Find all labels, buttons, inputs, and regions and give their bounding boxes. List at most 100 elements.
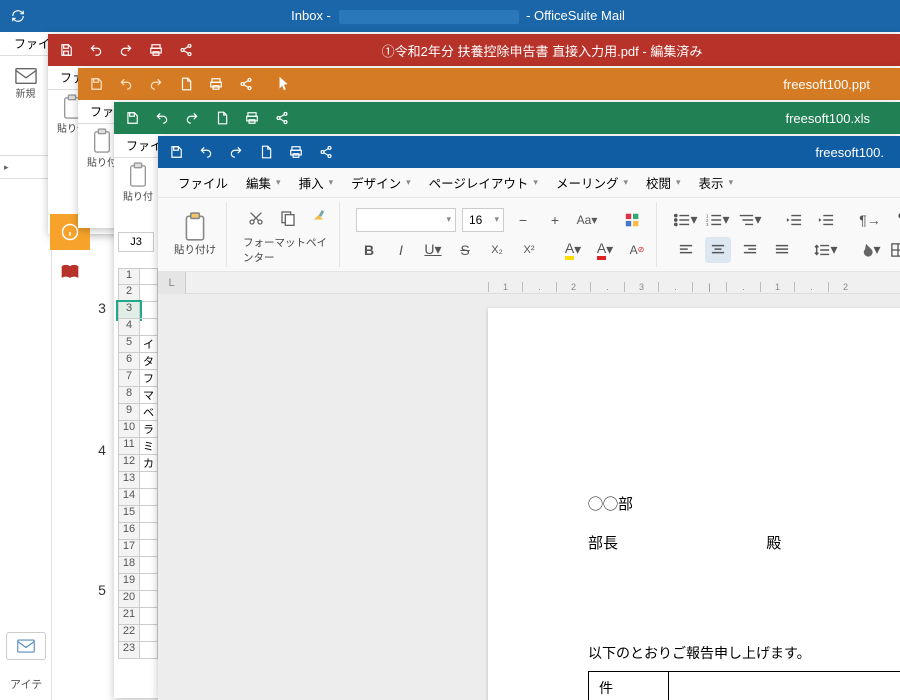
menu-layout[interactable]: ページレイアウト (423, 169, 544, 196)
doc-to-line: 部長 殿 (588, 532, 900, 553)
doc-canvas[interactable]: 報 告 ◯◯部 部長 殿 以下のとおりご報告申し上げます。 件 名 日 時平成 … (158, 294, 900, 700)
underline-icon[interactable]: U▾ (420, 237, 446, 263)
align-right-icon[interactable] (737, 237, 763, 263)
superscript-icon[interactable]: X² (516, 237, 542, 263)
mail-section-button[interactable] (6, 632, 46, 660)
shading-icon[interactable]: ▾ (857, 237, 883, 263)
menu-insert[interactable]: 挿入 (293, 169, 340, 196)
bold-icon[interactable]: B (356, 237, 382, 263)
clear-formatting-icon[interactable]: A⊘ (624, 237, 650, 263)
redo-icon[interactable] (118, 42, 134, 58)
save-icon[interactable] (58, 42, 74, 58)
mail-title: Inbox - - OfficeSuite Mail (26, 8, 890, 24)
doc-table: 件 名 日 時平成 年 月 日 時 分 (588, 671, 900, 700)
line-spacing-icon[interactable]: ▾ (813, 237, 839, 263)
xls-paste-button[interactable]: 貼り付 (118, 162, 158, 203)
paste-button[interactable]: 貼り付け (170, 212, 220, 257)
xls-group-marker-4: 4 (92, 442, 112, 458)
horizontal-ruler[interactable]: 1.2.3.|.1.2 (488, 272, 900, 294)
font-increase-icon[interactable]: + (542, 207, 568, 233)
print-icon[interactable] (288, 144, 304, 160)
print-icon[interactable] (148, 42, 164, 58)
mail-panel-collapse[interactable]: ▸ (0, 155, 52, 179)
cursor-icon[interactable] (276, 76, 292, 92)
numbering-icon[interactable]: 123▾ (705, 207, 731, 233)
redacted-account (339, 10, 519, 24)
undo-icon[interactable] (154, 110, 170, 126)
new-doc-icon[interactable] (258, 144, 274, 160)
font-name-select[interactable] (356, 208, 456, 232)
new-mail-button[interactable]: 新規 (9, 66, 43, 100)
cut-icon[interactable] (243, 205, 269, 231)
doc-notice: 以下のとおりご報告申し上げます。 (588, 643, 900, 663)
save-icon[interactable] (88, 76, 104, 92)
pdf-title: ①令和2年分 扶養控除申告書 直接入力用.pdf - 編集済み (194, 41, 890, 60)
pdf-titlebar[interactable]: ①令和2年分 扶養控除申告書 直接入力用.pdf - 編集済み (48, 34, 900, 66)
redo-icon[interactable] (184, 110, 200, 126)
ruler-corner-icon[interactable]: L (158, 272, 186, 294)
change-case-icon[interactable]: Aa▾ (574, 207, 600, 233)
font-decrease-icon[interactable]: − (510, 207, 536, 233)
highlight-color-icon[interactable]: A▾ (560, 237, 586, 263)
share-icon[interactable] (238, 76, 254, 92)
redo-icon[interactable] (228, 144, 244, 160)
svg-text:3: 3 (706, 222, 709, 227)
bullets-icon[interactable]: ▾ (673, 207, 699, 233)
borders-icon[interactable]: ▾ (889, 237, 900, 263)
doc-ruler[interactable]: L 1.2.3.|.1.2 (158, 272, 900, 294)
share-icon[interactable] (274, 110, 290, 126)
mail-titlebar[interactable]: Inbox - - OfficeSuite Mail (0, 0, 900, 32)
save-icon[interactable] (124, 110, 140, 126)
xls-cell-reference[interactable]: J3 (118, 232, 154, 252)
refresh-icon[interactable] (10, 8, 26, 24)
italic-icon[interactable]: I (388, 237, 414, 263)
align-left-icon[interactable] (673, 237, 699, 263)
xls-group-marker-5: 5 (92, 582, 112, 598)
undo-icon[interactable] (198, 144, 214, 160)
font-color-quick-icon[interactable] (620, 207, 646, 233)
doc-page-title: 報 告 (588, 438, 900, 475)
subscript-icon[interactable]: X₂ (484, 237, 510, 263)
strikethrough-icon[interactable]: S (452, 237, 478, 263)
format-painter-label[interactable]: フォーマットペインター (243, 235, 333, 265)
doc-window: freesoft100. ファイル 編集 挿入 デザイン ページレイアウト メー… (158, 136, 900, 700)
menu-file[interactable]: ファイル (172, 169, 234, 196)
undo-icon[interactable] (118, 76, 134, 92)
xls-titlebar[interactable]: freesoft100.xls (114, 102, 900, 134)
menu-view[interactable]: 表示 (693, 169, 740, 196)
doc-page: 報 告 ◯◯部 部長 殿 以下のとおりご報告申し上げます。 件 名 日 時平成 … (488, 308, 900, 700)
save-icon[interactable] (168, 144, 184, 160)
share-icon[interactable] (318, 144, 334, 160)
menu-design[interactable]: デザイン (345, 169, 417, 196)
copy-icon[interactable] (275, 205, 301, 231)
undo-icon[interactable] (88, 42, 104, 58)
align-justify-icon[interactable] (769, 237, 795, 263)
redo-icon[interactable] (148, 76, 164, 92)
share-icon[interactable] (178, 42, 194, 58)
new-doc-icon[interactable] (214, 110, 230, 126)
doc-titlebar[interactable]: freesoft100. (158, 136, 900, 168)
increase-indent-icon[interactable] (813, 207, 839, 233)
paragraph-marks-icon[interactable]: ¶ (889, 207, 900, 233)
menu-review[interactable]: 校閲 (640, 169, 687, 196)
align-center-icon[interactable] (705, 237, 731, 263)
decrease-indent-icon[interactable] (781, 207, 807, 233)
ppt-title: freesoft100.ppt (292, 77, 890, 92)
font-color-icon[interactable]: A▾ (592, 237, 618, 263)
xls-title: freesoft100.xls (290, 111, 890, 126)
new-doc-icon[interactable] (178, 76, 194, 92)
menu-mailing[interactable]: メーリング (550, 169, 634, 196)
doc-menubar: ファイル 編集 挿入 デザイン ページレイアウト メーリング 校閲 表示 (158, 168, 900, 198)
format-painter-icon[interactable] (307, 205, 333, 231)
font-size-select[interactable]: 16 (462, 208, 504, 232)
ltr-icon[interactable]: ¶→ (857, 207, 883, 233)
menu-edit[interactable]: 編集 (240, 169, 287, 196)
doc-title: freesoft100. (334, 145, 890, 160)
multilevel-list-icon[interactable]: ▾ (737, 207, 763, 233)
print-icon[interactable] (208, 76, 224, 92)
doc-dept: ◯◯部 (588, 493, 900, 514)
doc-toolbar: 貼り付け フォーマットペインター 16 − + Aa▾ B (158, 198, 900, 272)
ppt-titlebar[interactable]: freesoft100.ppt (78, 68, 900, 100)
print-icon[interactable] (244, 110, 260, 126)
pdf-book-tab[interactable] (50, 254, 90, 290)
